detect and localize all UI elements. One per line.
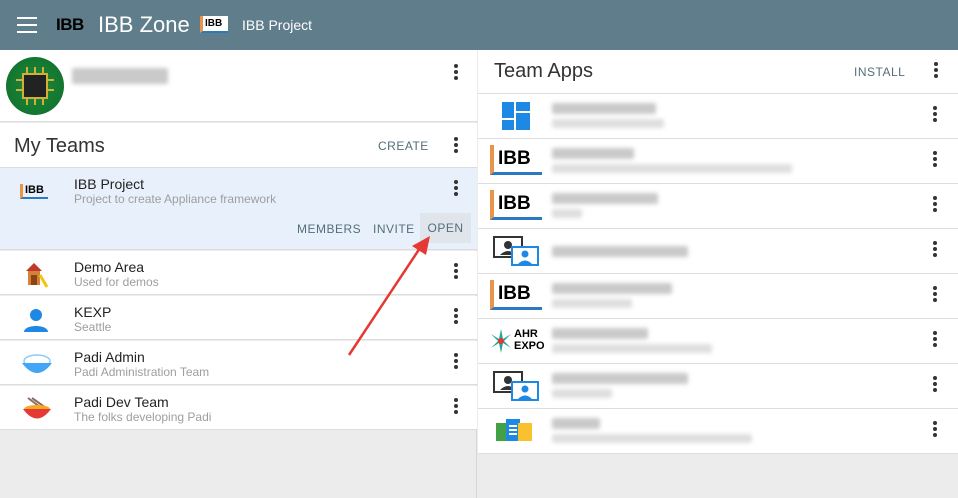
contacts-icon: [490, 235, 542, 267]
team-more-icon[interactable]: [446, 178, 466, 202]
team-name: KEXP: [74, 304, 112, 320]
ibb-logo-icon: IBB: [490, 145, 542, 177]
team-description: Seattle: [74, 320, 112, 334]
project-logo-icon: IBB: [200, 16, 228, 33]
app-row[interactable]: [478, 94, 958, 139]
rice-bowl-icon: [20, 351, 52, 377]
team-name: IBB Project: [74, 176, 145, 192]
app-more-icon[interactable]: [925, 419, 945, 443]
app-row[interactable]: [478, 364, 958, 409]
app-more-icon[interactable]: [925, 239, 945, 263]
app-row[interactable]: IBB: [478, 184, 958, 229]
app-name-redacted: [552, 103, 656, 114]
team-description: The folks developing Padi: [74, 410, 212, 424]
apps-more-icon[interactable]: [926, 60, 946, 84]
team-more-icon[interactable]: [446, 396, 466, 420]
team-apps-panel: Team Apps INSTALL IBB IBB IBB AHR EXPO: [478, 50, 958, 498]
app-desc-redacted: [552, 164, 792, 173]
avatar[interactable]: [6, 57, 64, 115]
app-desc-redacted: [552, 209, 582, 218]
app-name-redacted: [552, 148, 634, 159]
team-apps-header: Team Apps INSTALL: [478, 50, 958, 94]
team-more-icon[interactable]: [446, 261, 466, 285]
app-desc-redacted: [552, 299, 632, 308]
app-title: IBB Zone: [98, 12, 190, 37]
team-row-kexp[interactable]: KEXP Seattle: [0, 296, 477, 340]
app-name-redacted: [552, 328, 648, 339]
app-more-icon[interactable]: [925, 284, 945, 308]
current-project-name[interactable]: IBB Project: [242, 17, 312, 33]
ibb-logo-icon: IBB: [490, 280, 542, 312]
invite-button[interactable]: INVITE: [373, 222, 415, 236]
app-row[interactable]: [478, 229, 958, 274]
google-docs-icon: [490, 415, 542, 447]
create-team-button[interactable]: CREATE: [378, 139, 429, 153]
team-apps-title: Team Apps: [494, 60, 593, 82]
app-name-redacted: [552, 373, 688, 384]
cpu-chip-icon: [22, 73, 48, 99]
contacts-icon: [490, 370, 542, 402]
app-name-redacted: [552, 283, 672, 294]
app-name-redacted: [552, 193, 658, 204]
user-profile-card: [0, 50, 477, 122]
top-app-bar: IBB IBB Zone IBB IBB Project: [0, 0, 958, 50]
ibb-logo-icon: IBB: [20, 178, 52, 204]
menu-icon[interactable]: [17, 17, 37, 33]
app-desc-redacted: [552, 434, 752, 443]
members-button[interactable]: MEMBERS: [297, 222, 361, 236]
team-more-icon[interactable]: [446, 351, 466, 375]
team-description: Used for demos: [74, 275, 159, 289]
dashboard-grid-icon: [490, 100, 542, 132]
team-row-demo-area[interactable]: Demo Area Used for demos: [0, 251, 477, 295]
open-button[interactable]: OPEN: [420, 213, 471, 243]
app-more-icon[interactable]: [925, 194, 945, 218]
person-icon: [20, 306, 52, 332]
team-description: Project to create Appliance framework: [74, 192, 277, 206]
team-description: Padi Administration Team: [74, 365, 210, 379]
app-row[interactable]: [478, 409, 958, 454]
install-app-button[interactable]: INSTALL: [854, 65, 905, 79]
profile-name-redacted: [72, 68, 168, 84]
app-more-icon[interactable]: [925, 329, 945, 353]
app-more-icon[interactable]: [925, 149, 945, 173]
ahr-expo-icon: AHR EXPO: [490, 325, 545, 357]
team-name: Demo Area: [74, 259, 145, 275]
app-desc-redacted: [552, 119, 664, 128]
team-row-padi-dev-team[interactable]: Padi Dev Team The folks developing Padi: [0, 386, 477, 430]
brand-logo: IBB: [56, 15, 84, 34]
app-desc-redacted: [552, 344, 712, 353]
profile-more-icon[interactable]: [446, 62, 466, 86]
app-name-redacted: [552, 418, 600, 429]
left-panel: My Teams CREATE IBB IBB Project Project …: [0, 50, 477, 498]
ibb-logo-icon: IBB: [490, 190, 542, 222]
my-teams-title: My Teams: [14, 135, 105, 157]
noodle-bowl-icon: [20, 396, 52, 422]
app-row[interactable]: IBB: [478, 274, 958, 319]
team-name: Padi Admin: [74, 349, 145, 365]
app-more-icon[interactable]: [925, 104, 945, 128]
team-row-padi-admin[interactable]: Padi Admin Padi Administration Team: [0, 341, 477, 385]
team-name: Padi Dev Team: [74, 394, 169, 410]
teams-more-icon[interactable]: [446, 135, 466, 159]
app-row[interactable]: AHR EXPO: [478, 319, 958, 364]
app-name-redacted: [552, 246, 688, 257]
team-row-ibb-project[interactable]: IBB IBB Project Project to create Applia…: [0, 168, 477, 250]
my-teams-header: My Teams CREATE: [0, 123, 477, 168]
team-more-icon[interactable]: [446, 306, 466, 330]
app-row[interactable]: IBB: [478, 139, 958, 184]
app-more-icon[interactable]: [925, 374, 945, 398]
app-desc-redacted: [552, 389, 612, 398]
playground-icon: [20, 261, 52, 288]
